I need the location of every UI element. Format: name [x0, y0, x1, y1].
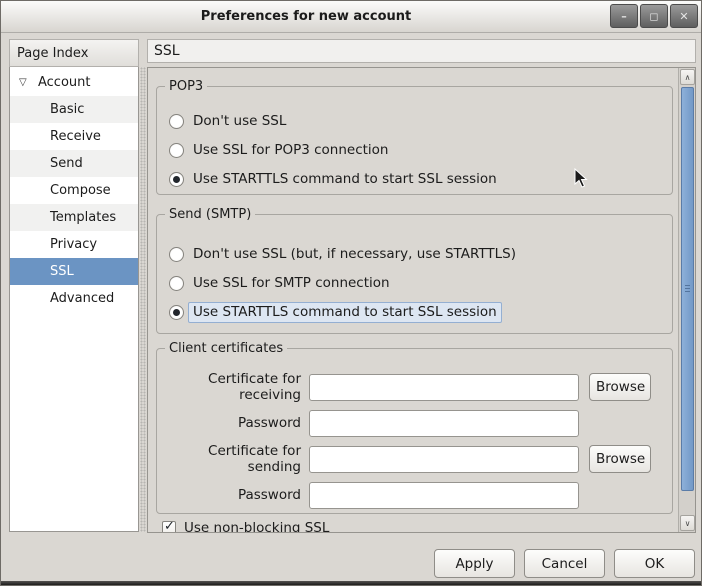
- cert-receiving-row: Certificate for receiving Browse: [157, 373, 672, 401]
- window-controls: – ◻ ✕: [610, 4, 698, 28]
- radio-icon[interactable]: [169, 276, 184, 291]
- scroll-up-button[interactable]: ∧: [680, 69, 695, 85]
- radio-icon[interactable]: [169, 114, 184, 129]
- tree-item-label: Basic: [10, 102, 84, 117]
- expander-icon[interactable]: ▽: [19, 78, 27, 88]
- page-index-tree: ▽ Account Basic Receive Send Compose Tem…: [9, 67, 139, 532]
- chevron-down-icon: ∨: [685, 519, 691, 528]
- cert-receiving-label: Certificate for receiving: [157, 371, 309, 403]
- titlebar[interactable]: Preferences for new account – ◻ ✕: [1, 1, 701, 33]
- page-title: SSL: [147, 39, 696, 63]
- maximize-icon: ◻: [649, 11, 658, 22]
- pane-splitter[interactable]: [140, 67, 146, 532]
- minimize-button[interactable]: –: [610, 4, 638, 28]
- smtp-option-use-ssl[interactable]: Use SSL for SMTP connection: [169, 275, 660, 292]
- cert-receiving-input[interactable]: [309, 374, 579, 401]
- scroll-down-button[interactable]: ∨: [680, 515, 695, 531]
- tree-item-basic[interactable]: Basic: [10, 96, 138, 123]
- radio-label: Don't use SSL: [193, 113, 286, 130]
- apply-button[interactable]: Apply: [434, 549, 515, 578]
- tree-item-label: SSL: [10, 264, 74, 279]
- smtp-frame: Send (SMTP) Don't use SSL (but, if neces…: [156, 214, 673, 334]
- page-index-header[interactable]: Page Index: [9, 39, 139, 67]
- tree-item-receive[interactable]: Receive: [10, 123, 138, 150]
- cert-sending-password-row: Password: [157, 481, 672, 509]
- pop3-option-use-ssl[interactable]: Use SSL for POP3 connection: [169, 142, 660, 159]
- smtp-option-dont-use-ssl[interactable]: Don't use SSL (but, if necessary, use ST…: [169, 246, 660, 263]
- cert-sending-row: Certificate for sending Browse: [157, 445, 672, 473]
- pop3-frame: POP3 Don't use SSL Use SSL for POP3 conn…: [156, 86, 673, 195]
- maximize-button[interactable]: ◻: [640, 4, 668, 28]
- smtp-option-starttls[interactable]: Use STARTTLS command to start SSL sessio…: [169, 304, 660, 321]
- browse-sending-button[interactable]: Browse: [589, 445, 651, 473]
- window-bottom-edge: [1, 581, 701, 585]
- cancel-button[interactable]: Cancel: [524, 549, 605, 578]
- tree-item-label: Compose: [10, 183, 111, 198]
- chevron-up-icon: ∧: [685, 73, 691, 82]
- pop3-option-dont-use-ssl[interactable]: Don't use SSL: [169, 113, 660, 130]
- cert-sending-label: Certificate for sending: [157, 443, 309, 475]
- smtp-legend: Send (SMTP): [165, 206, 255, 223]
- tree-item-label: Templates: [10, 210, 116, 225]
- grip-icon: [685, 285, 690, 292]
- tree-item-label: Receive: [10, 129, 101, 144]
- settings-content: POP3 Don't use SSL Use SSL for POP3 conn…: [148, 68, 679, 532]
- minimize-icon: –: [621, 11, 627, 22]
- tree-item-label: Send: [10, 156, 83, 171]
- nonblocking-ssl-row[interactable]: ✓ Use non-blocking SSL: [162, 520, 329, 532]
- close-icon: ✕: [679, 11, 688, 22]
- ok-button[interactable]: OK: [614, 549, 695, 578]
- nonblocking-ssl-label: Use non-blocking SSL: [184, 520, 329, 532]
- tree-item-advanced[interactable]: Advanced: [10, 285, 138, 312]
- tree-item-account[interactable]: ▽ Account: [10, 69, 138, 96]
- cert-receiving-password-row: Password: [157, 409, 672, 437]
- check-mark-icon: ✓: [164, 519, 175, 532]
- vertical-scrollbar[interactable]: ∧ ∨: [678, 68, 695, 532]
- certificates-legend: Client certificates: [165, 340, 287, 357]
- radio-label: Don't use SSL (but, if necessary, use ST…: [193, 246, 516, 263]
- checkbox-checked-icon[interactable]: ✓: [162, 521, 176, 532]
- tree-item-label: Privacy: [10, 237, 97, 252]
- window-title: Preferences for new account: [1, 1, 611, 33]
- tree-item-compose[interactable]: Compose: [10, 177, 138, 204]
- password-label: Password: [157, 415, 309, 431]
- close-button[interactable]: ✕: [670, 4, 698, 28]
- radio-icon[interactable]: [169, 143, 184, 158]
- preferences-dialog: Preferences for new account – ◻ ✕ Page I…: [0, 0, 702, 586]
- radio-label: Use SSL for POP3 connection: [193, 142, 389, 159]
- pop3-legend: POP3: [165, 78, 207, 95]
- tree-item-privacy[interactable]: Privacy: [10, 231, 138, 258]
- radio-icon-selected[interactable]: [169, 305, 184, 320]
- tree-item-ssl[interactable]: SSL: [10, 258, 138, 285]
- radio-icon-selected[interactable]: [169, 172, 184, 187]
- certificates-frame: Client certificates Certificate for rece…: [156, 348, 673, 514]
- scrollbar-thumb[interactable]: [681, 87, 694, 491]
- cert-receiving-password-input[interactable]: [309, 410, 579, 437]
- pop3-option-starttls[interactable]: Use STARTTLS command to start SSL sessio…: [169, 171, 660, 188]
- password-label: Password: [157, 487, 309, 503]
- radio-label: Use SSL for SMTP connection: [193, 275, 390, 292]
- tree-item-send[interactable]: Send: [10, 150, 138, 177]
- cert-sending-input[interactable]: [309, 446, 579, 473]
- settings-scroll-area: POP3 Don't use SSL Use SSL for POP3 conn…: [147, 67, 696, 533]
- radio-label-focused: Use STARTTLS command to start SSL sessio…: [188, 302, 502, 323]
- tree-item-templates[interactable]: Templates: [10, 204, 138, 231]
- cert-sending-password-input[interactable]: [309, 482, 579, 509]
- radio-icon[interactable]: [169, 247, 184, 262]
- tree-item-label: Advanced: [10, 291, 114, 306]
- radio-label: Use STARTTLS command to start SSL sessio…: [193, 171, 497, 188]
- browse-receiving-button[interactable]: Browse: [589, 373, 651, 401]
